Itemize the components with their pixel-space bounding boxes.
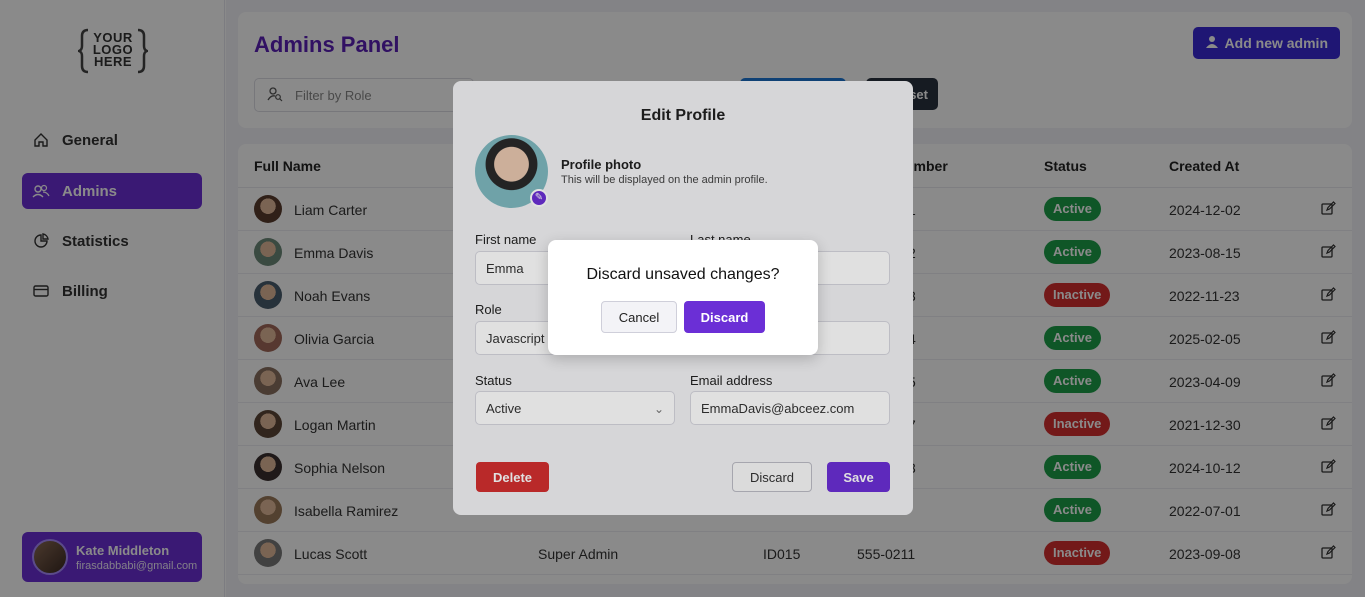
confirm-question: Discard unsaved changes? (586, 266, 780, 283)
cancel-button[interactable]: Cancel (601, 301, 677, 333)
cancel-label: Cancel (618, 309, 660, 325)
discard-confirm-dialog: Discard unsaved changes? Cancel Discard (548, 240, 818, 355)
confirm-discard-button[interactable]: Discard (684, 301, 765, 333)
confirm-discard-label: Discard (700, 309, 749, 325)
